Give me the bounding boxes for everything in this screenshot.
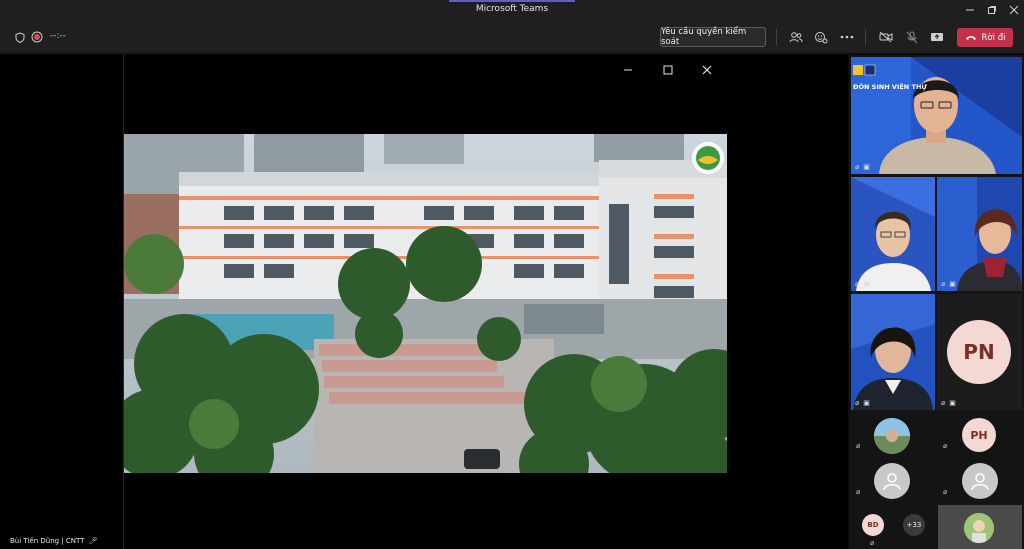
avatar xyxy=(964,513,994,543)
person-icon xyxy=(883,473,901,491)
tile-status: ⌀ ▣ xyxy=(855,399,870,407)
tile-status: ⌀ ▣ xyxy=(941,399,956,407)
campus-aerial-image xyxy=(124,134,727,473)
camera-off-icon[interactable] xyxy=(877,28,895,46)
avatar-photo xyxy=(964,513,994,543)
meeting-toolbar: --:-- Yêu cầu quyền kiểm soát Rời đi xyxy=(0,20,1024,54)
share-icon: ▣ xyxy=(949,399,956,407)
close-share-icon[interactable] xyxy=(699,62,715,78)
avatar[interactable] xyxy=(874,463,910,499)
maximize-icon[interactable] xyxy=(980,0,1004,20)
minimize-icon[interactable] xyxy=(958,0,982,20)
shield-icon[interactable] xyxy=(11,28,29,46)
participant-tile[interactable]: ĐÓN SINH VIÊN THỰ ⌀ ▣ xyxy=(851,57,1022,174)
banner-text: ĐÓN SINH VIÊN THỰ xyxy=(853,83,927,91)
minimize-share-icon[interactable] xyxy=(620,62,636,78)
mic-off-icon: ⌀ xyxy=(943,488,948,496)
mic-off-icon: 🎤︎ xyxy=(88,537,98,545)
toolbar-divider xyxy=(776,29,777,45)
recording-time: --:-- xyxy=(50,31,67,41)
participant-video xyxy=(851,57,1022,174)
recording-icon xyxy=(28,28,46,46)
people-icon[interactable] xyxy=(787,28,805,46)
participant-tile[interactable]: ⌀ ▣ xyxy=(851,294,935,410)
mic-off-icon: ⌀ xyxy=(855,399,860,407)
close-window-icon[interactable] xyxy=(1002,0,1024,20)
avatar: PN xyxy=(947,320,1011,384)
participant-tile[interactable]: ⌀ ▣ xyxy=(937,177,1022,291)
mic-off-icon: ⌀ xyxy=(943,442,948,450)
avatar-photo xyxy=(874,418,910,454)
tile-status: ⌀ ▣ xyxy=(941,280,956,288)
shared-video[interactable] xyxy=(124,134,727,473)
avatar[interactable] xyxy=(874,418,910,454)
mic-off-icon: ⌀ xyxy=(855,280,860,288)
more-options-icon[interactable] xyxy=(838,28,856,46)
toolbar-divider xyxy=(865,29,866,45)
presenter-name-label: Bùi Tiến Dũng | CNTT 🎤︎ xyxy=(10,537,98,545)
reactions-icon[interactable] xyxy=(812,28,830,46)
mic-off-icon: ⌀ xyxy=(856,442,861,450)
mic-off-icon: ⌀ xyxy=(941,399,946,407)
title-accent xyxy=(449,0,575,2)
presenter-name: Bùi Tiến Dũng | CNTT xyxy=(10,537,85,545)
participant-video xyxy=(851,177,935,291)
share-screen-icon[interactable] xyxy=(928,28,946,46)
avatar[interactable] xyxy=(962,463,998,499)
participant-tile[interactable]: PN ⌀ ▣ xyxy=(937,294,1022,410)
self-preview-tile[interactable] xyxy=(938,505,1022,549)
tile-status: ⌀ ▣ xyxy=(855,163,870,171)
leave-button[interactable]: Rời đi xyxy=(957,28,1013,47)
leave-label: Rời đi xyxy=(981,32,1006,43)
title-bar: Microsoft Teams xyxy=(0,0,1024,20)
overflow-count-badge[interactable]: +33 xyxy=(903,514,925,536)
share-icon: ▣ xyxy=(863,399,870,407)
tile-status: ⌀ ▣ xyxy=(855,280,870,288)
participant-video xyxy=(851,294,935,410)
mic-off-icon: ⌀ xyxy=(941,280,946,288)
share-icon: ▣ xyxy=(863,280,870,288)
window-title: Microsoft Teams xyxy=(475,4,549,14)
maximize-share-icon[interactable] xyxy=(660,62,676,78)
participant-video xyxy=(937,177,1022,291)
mic-off-icon: ⌀ xyxy=(856,488,861,496)
share-icon: ▣ xyxy=(863,163,870,171)
mic-off-icon: ⌀ xyxy=(855,163,860,171)
avatar[interactable]: PH xyxy=(962,418,996,452)
request-control-button[interactable]: Yêu cầu quyền kiểm soát xyxy=(660,27,766,47)
avatar[interactable]: BD xyxy=(862,514,884,536)
share-icon: ▣ xyxy=(949,280,956,288)
person-icon xyxy=(971,473,989,491)
phone-icon xyxy=(965,36,976,40)
participant-tile[interactable]: ⌀ ▣ xyxy=(851,177,935,291)
mic-off-icon[interactable] xyxy=(903,28,921,46)
mic-off-icon: ⌀ xyxy=(870,539,875,547)
